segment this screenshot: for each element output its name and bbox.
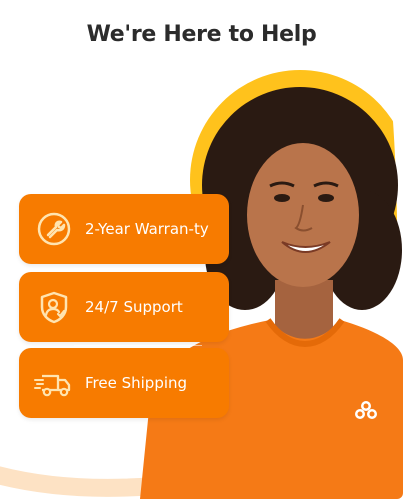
support-shield-icon [33,286,75,328]
feature-shipping[interactable]: Free Shipping [19,348,229,418]
help-card: We're Here to Help 2-Year Warran-ty 24/7… [0,0,403,499]
wrench-icon [33,208,75,250]
feature-warranty[interactable]: 2-Year Warran-ty [19,194,229,264]
truck-icon [33,362,75,404]
feature-label: Free Shipping [85,374,188,392]
divider [74,268,202,269]
page-title: We're Here to Help [86,22,317,47]
feature-label: 2-Year Warran-ty [85,220,209,238]
feature-support[interactable]: 24/7 Support [19,272,229,342]
feature-label: 24/7 Support [85,298,183,316]
divider [74,345,202,346]
